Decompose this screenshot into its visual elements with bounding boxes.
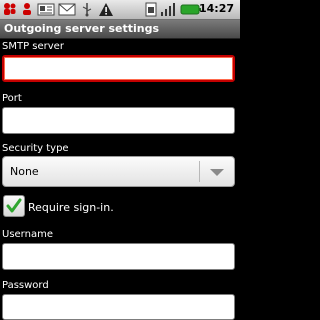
newspaper-icon	[37, 3, 55, 16]
gmail-icon	[58, 3, 76, 16]
settings-form: SMTP server Port Security type None Requ…	[0, 39, 240, 320]
security-type-label: Security type	[2, 143, 69, 154]
security-type-value: None	[10, 165, 39, 178]
chevron-down-icon	[210, 169, 224, 176]
warning-icon	[99, 3, 113, 16]
title-bar: Outgoing server settings	[0, 20, 240, 39]
usb-icon	[82, 3, 92, 17]
username-label: Username	[2, 229, 53, 240]
password-label: Password	[2, 280, 49, 291]
clock: 14:27	[198, 2, 234, 15]
require-signin-checkbox[interactable]	[3, 195, 25, 217]
sim-icon	[145, 2, 157, 17]
dropdown-divider	[199, 161, 200, 182]
page-title: Outgoing server settings	[4, 22, 160, 35]
port-label: Port	[2, 93, 22, 104]
smtp-server-label: SMTP server	[2, 41, 64, 52]
port-input[interactable]	[2, 107, 235, 134]
username-input[interactable]	[2, 243, 235, 270]
signal-icon	[161, 3, 175, 16]
voicemail-icon	[23, 3, 31, 15]
security-type-dropdown[interactable]: None	[2, 156, 235, 187]
people-icon	[4, 3, 16, 15]
status-bar: 14:27	[0, 0, 240, 20]
check-icon	[6, 198, 22, 213]
smtp-server-input[interactable]	[2, 55, 235, 82]
password-input[interactable]	[2, 294, 235, 320]
require-signin-label: Require sign-in.	[28, 201, 114, 214]
